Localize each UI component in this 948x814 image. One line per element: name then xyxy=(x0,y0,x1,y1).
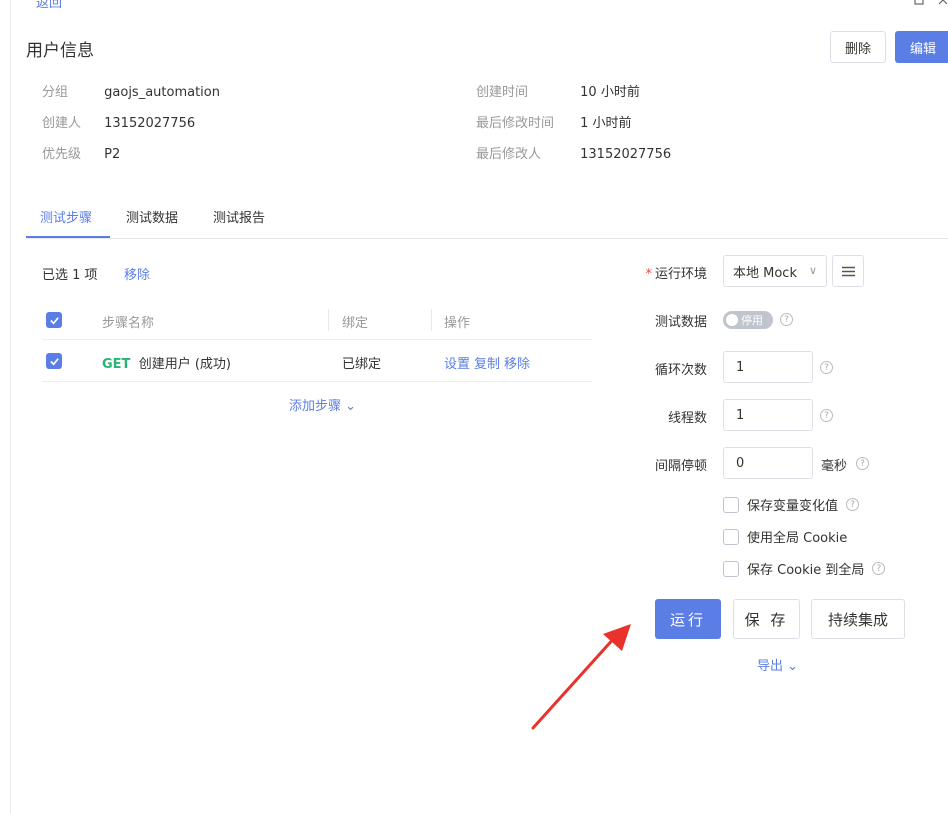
header-ops: 操作 xyxy=(444,316,471,331)
info-group: 分组 gaojs_automation xyxy=(42,81,220,100)
step-name: 创建用户 (成功) xyxy=(138,357,231,372)
option-label: 保存 Cookie 到全局 xyxy=(747,563,865,578)
info-modified: 最后修改时间 1 小时前 xyxy=(476,112,632,131)
threads-label: 线程数 xyxy=(667,411,707,426)
test-data-toggle[interactable]: 停用 xyxy=(723,311,773,329)
remove-selected-link[interactable]: 移除 xyxy=(124,264,150,283)
header-step-name: 步骤名称 xyxy=(102,316,155,331)
arrow-head xyxy=(603,624,631,651)
select-all-checkbox[interactable] xyxy=(46,312,62,328)
add-step-label: 添加步骤 xyxy=(289,399,342,414)
save-variable-changes-option[interactable]: 保存变量变化值 ? xyxy=(723,495,860,514)
arrow-shaft xyxy=(531,634,618,730)
chevron-down-icon: ⌄ xyxy=(345,399,357,414)
page: 返回 用户信息 删除 编辑 分组 gaojs_automation 创建人 13… xyxy=(0,0,948,814)
creator-label: 创建人 xyxy=(42,116,82,131)
threads-input[interactable]: 1 xyxy=(723,399,813,431)
table-row: GET 创建用户 (成功) 已绑定 设置 复制 移除 xyxy=(42,341,592,382)
check-icon xyxy=(49,316,59,324)
modified-label: 最后修改时间 xyxy=(476,116,555,131)
row-checkbox[interactable] xyxy=(46,353,62,369)
copy-link[interactable]: 复制 xyxy=(474,357,500,372)
header-bind: 绑定 xyxy=(342,316,369,331)
env-label: * 运行环境 xyxy=(607,263,707,282)
modified-value: 1 小时前 xyxy=(580,116,632,131)
tab-test-report[interactable]: 测试报告 xyxy=(213,207,265,226)
steps-table-header: 步骤名称 绑定 操作 xyxy=(42,300,592,340)
help-icon[interactable]: ? xyxy=(820,409,833,422)
checkbox[interactable] xyxy=(723,496,739,513)
close-icon[interactable] xyxy=(938,0,948,8)
column-divider xyxy=(431,309,432,331)
option-label: 保存变量变化值 xyxy=(747,499,839,514)
test-data-label: 测试数据 xyxy=(654,315,707,330)
loops-input[interactable]: 1 xyxy=(723,351,813,383)
priority-label: 优先级 xyxy=(42,147,82,162)
chevron-down-icon: ∨ xyxy=(808,264,817,277)
save-button[interactable]: 保 存 xyxy=(733,599,800,639)
export-button[interactable]: 导出 ⌄ xyxy=(757,655,798,674)
help-icon[interactable]: ? xyxy=(780,313,793,326)
back-link[interactable]: 返回 xyxy=(36,0,62,11)
creator-value: 13152027756 xyxy=(104,116,196,131)
help-icon[interactable]: ? xyxy=(820,361,833,374)
info-priority: 优先级 P2 xyxy=(42,143,120,162)
env-select[interactable]: 本地 Mock ∨ xyxy=(723,255,827,287)
required-mark: * xyxy=(645,267,652,282)
http-method-badge: GET xyxy=(102,357,131,372)
active-tab-indicator xyxy=(26,236,110,238)
add-step-button[interactable]: 添加步骤 ⌄ xyxy=(289,395,356,414)
settings-link[interactable]: 设置 xyxy=(444,357,470,372)
info-creator: 创建人 13152027756 xyxy=(42,112,195,131)
toggle-text: 停用 xyxy=(741,314,763,327)
column-divider xyxy=(328,309,329,331)
info-created: 创建时间 10 小时前 xyxy=(476,81,640,100)
loops-label: 循环次数 xyxy=(654,363,707,378)
edit-button[interactable]: 编辑 xyxy=(895,31,948,63)
export-label: 导出 xyxy=(757,659,784,674)
checkbox[interactable] xyxy=(723,560,739,577)
run-button[interactable]: 运行 xyxy=(655,599,721,639)
option-label: 使用全局 Cookie xyxy=(747,531,848,546)
group-label: 分组 xyxy=(42,85,69,100)
info-modifier: 最后修改人 13152027756 xyxy=(476,143,671,162)
tab-bar: 测试步骤 测试数据 测试报告 xyxy=(26,200,948,239)
row-actions: 设置 复制 移除 xyxy=(444,353,534,372)
group-value: gaojs_automation xyxy=(104,85,220,100)
menu-button[interactable] xyxy=(832,255,864,287)
tab-test-steps[interactable]: 测试步骤 xyxy=(40,207,92,226)
tab-test-data[interactable]: 测试数据 xyxy=(126,207,178,226)
help-icon[interactable]: ? xyxy=(872,562,886,575)
page-title: 用户信息 xyxy=(26,41,94,61)
created-value: 10 小时前 xyxy=(580,85,640,100)
step-name-cell[interactable]: GET 创建用户 (成功) xyxy=(102,353,231,372)
remove-step-link[interactable]: 移除 xyxy=(504,357,530,372)
modifier-value: 13152027756 xyxy=(580,147,672,162)
bind-status: 已绑定 xyxy=(342,357,382,372)
chevron-down-icon: ⌄ xyxy=(787,659,799,674)
selected-count: 已选 1 项 xyxy=(42,268,98,283)
env-select-value: 本地 Mock xyxy=(733,265,797,281)
check-icon xyxy=(49,357,59,365)
panel-edge xyxy=(10,0,11,814)
priority-value: P2 xyxy=(104,147,121,162)
delete-button[interactable]: 删除 xyxy=(830,31,886,63)
checkbox[interactable] xyxy=(723,528,739,545)
interval-input[interactable]: 0 xyxy=(723,447,813,479)
help-icon[interactable]: ? xyxy=(846,498,860,511)
created-label: 创建时间 xyxy=(476,85,529,100)
help-icon[interactable]: ? xyxy=(856,457,869,470)
window-controls xyxy=(914,0,948,8)
env-label-text: 运行环境 xyxy=(654,267,707,282)
interval-unit: 毫秒 xyxy=(821,459,848,474)
menu-icon xyxy=(841,266,855,276)
save-cookie-global-option[interactable]: 保存 Cookie 到全局 ? xyxy=(723,559,886,578)
interval-label: 间隔停顿 xyxy=(654,459,707,474)
use-global-cookie-option[interactable]: 使用全局 Cookie xyxy=(723,527,847,546)
modifier-label: 最后修改人 xyxy=(476,147,542,162)
continuous-integration-button[interactable]: 持续集成 xyxy=(811,599,905,639)
toggle-knob xyxy=(726,314,738,326)
maximize-icon[interactable] xyxy=(914,0,924,8)
